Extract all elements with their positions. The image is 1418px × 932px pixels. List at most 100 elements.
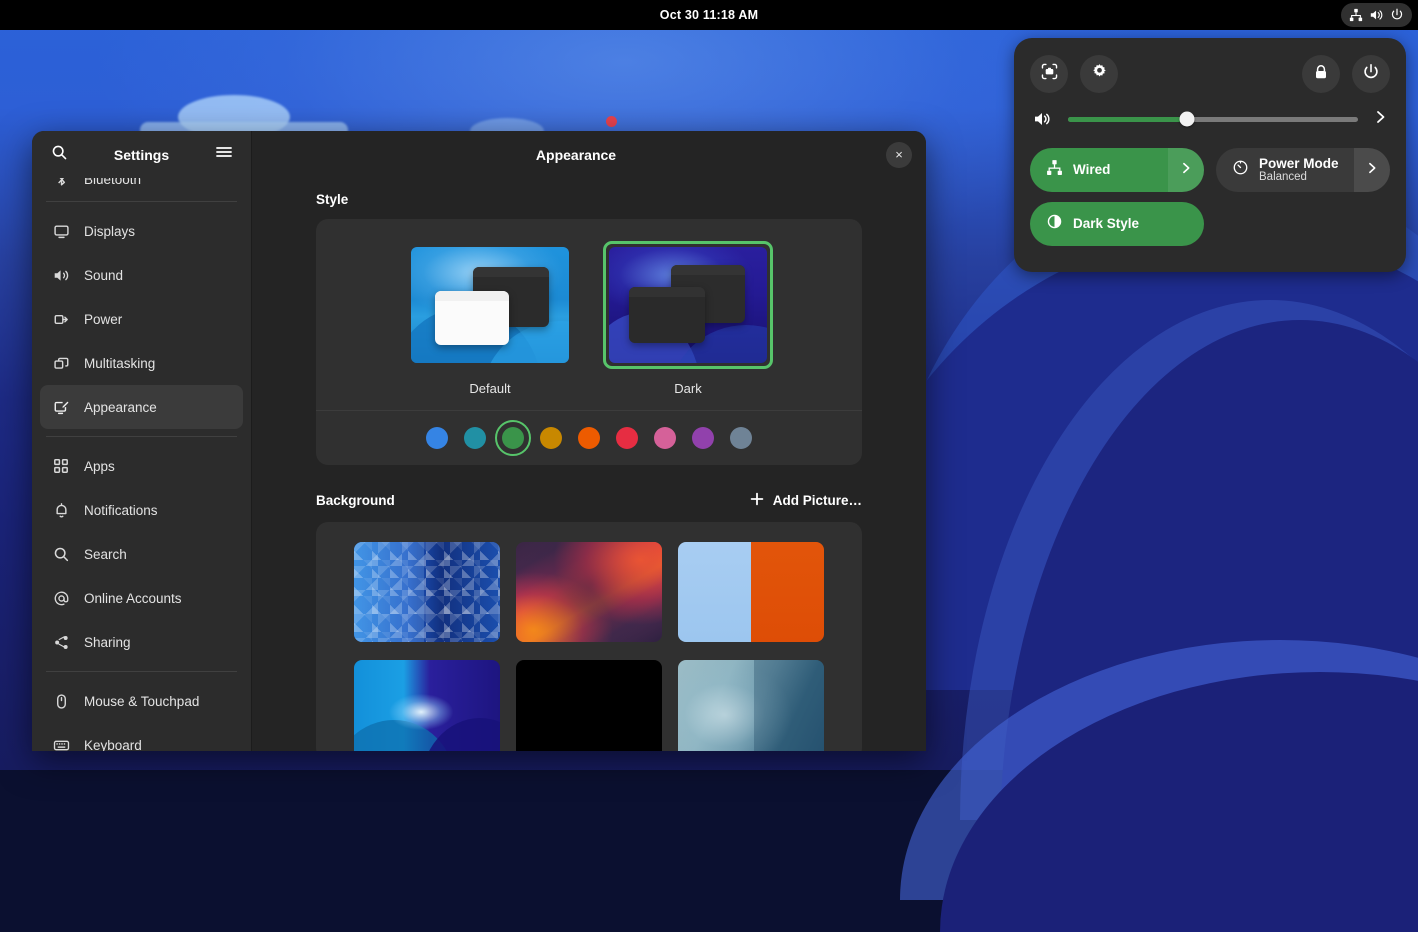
volume-slider-fill (1068, 117, 1187, 122)
sidebar-menu-button[interactable] (211, 142, 237, 168)
sidebar-item-online-accounts[interactable]: Online Accounts (40, 576, 243, 620)
wallpaper-thumb-black[interactable] (516, 660, 662, 751)
display-icon (52, 222, 70, 240)
style-section-title: Style (316, 192, 862, 207)
wallpaper-thumb-blue-triangles[interactable] (354, 542, 500, 642)
preview-window-front (629, 287, 705, 343)
sidebar-item-apps[interactable]: Apps (40, 444, 243, 488)
quick-tile-power-mode-texts: Power Mode Balanced (1259, 156, 1339, 184)
power-plug-icon (52, 310, 70, 328)
accent-color-blue[interactable] (426, 427, 448, 449)
wallpaper-thumb-teal-abstract[interactable] (678, 660, 824, 751)
accent-color-green[interactable] (502, 427, 524, 449)
quick-tile-power-mode-expand[interactable] (1354, 148, 1390, 192)
audio-expand-button[interactable] (1372, 109, 1390, 130)
close-window-button[interactable]: × (886, 142, 912, 168)
quick-tile-power-mode-label: Power Mode (1259, 156, 1339, 171)
quick-settings-toolbar (1030, 54, 1390, 94)
sidebar-item-power[interactable]: Power (40, 297, 243, 341)
sidebar-item-label: Sound (84, 268, 123, 283)
mouse-icon (52, 692, 70, 710)
style-preview-dark-frame[interactable] (603, 241, 773, 369)
accent-color-orange[interactable] (578, 427, 600, 449)
open-settings-button[interactable] (1080, 55, 1118, 93)
sidebar-item-sound[interactable]: Sound (40, 253, 243, 297)
sidebar-item-appearance[interactable]: Appearance (40, 385, 243, 429)
wallpaper-dot (606, 116, 617, 127)
quick-tile-dark-style[interactable]: Dark Style (1030, 202, 1204, 246)
sidebar-item-displays[interactable]: Displays (40, 209, 243, 253)
style-choice-dark[interactable]: Dark (603, 241, 773, 396)
volume-slider-row[interactable] (1030, 106, 1390, 132)
lock-icon (1312, 63, 1330, 86)
multitasking-icon (52, 354, 70, 372)
volume-slider-handle[interactable] (1179, 112, 1194, 127)
sidebar-item-label: Online Accounts (84, 591, 182, 606)
quick-tile-wired[interactable]: Wired (1030, 148, 1204, 192)
style-choice-default[interactable]: Default (405, 241, 575, 396)
accent-color-pink[interactable] (654, 427, 676, 449)
wallpaper-thumb-red-purple-waves[interactable] (516, 542, 662, 642)
lock-screen-button[interactable] (1302, 55, 1340, 93)
settings-window: Settings (32, 131, 926, 751)
accent-color-teal[interactable] (464, 427, 486, 449)
settings-content: Appearance × Style (252, 131, 926, 751)
sidebar-divider (46, 436, 237, 437)
sidebar-divider (46, 671, 237, 672)
volume-slider[interactable] (1068, 117, 1358, 122)
sidebar-item-notifications[interactable]: Notifications (40, 488, 243, 532)
sidebar-item-search[interactable]: Search (40, 532, 243, 576)
chevron-right-icon (1181, 161, 1192, 180)
accent-color-slate[interactable] (730, 427, 752, 449)
style-preview-default-frame[interactable] (405, 241, 575, 369)
sidebar-item-label: Notifications (84, 503, 158, 518)
sidebar-item-multitasking[interactable]: Multitasking (40, 341, 243, 385)
wallpaper-thumb-blue-orange-split[interactable] (678, 542, 824, 642)
settings-window-body: Settings (32, 131, 926, 751)
quick-settings-panel: Wired (1014, 38, 1406, 272)
system-status-area[interactable] (1341, 3, 1412, 27)
sidebar-header: Settings (32, 131, 251, 178)
close-icon: × (895, 147, 903, 162)
keyboard-icon (52, 736, 70, 751)
sidebar-item-bluetooth[interactable]: Bluetooth (40, 178, 243, 194)
quick-tile-power-mode[interactable]: Power Mode Balanced (1216, 148, 1390, 192)
sidebar-item-keyboard[interactable]: Keyboard (40, 723, 243, 751)
accent-color-purple[interactable] (692, 427, 714, 449)
quick-tile-dark-style-main[interactable]: Dark Style (1030, 202, 1153, 246)
sidebar-item-sharing[interactable]: Sharing (40, 620, 243, 664)
quick-tile-power-mode-main[interactable]: Power Mode Balanced (1216, 148, 1354, 192)
power-menu-button[interactable] (1352, 55, 1390, 93)
power-icon (1362, 63, 1380, 86)
wallpaper-thumb-blue-night[interactable] (354, 660, 500, 751)
wallpaper-grid (316, 542, 862, 751)
accent-color-yellow[interactable] (540, 427, 562, 449)
quick-tile-wired-expand[interactable] (1168, 148, 1204, 192)
search-icon (52, 545, 70, 563)
screenshot-button[interactable] (1030, 55, 1068, 93)
style-label-default: Default (469, 381, 510, 396)
wallpaper-art (678, 542, 824, 642)
appearance-scroll-area[interactable]: Style (252, 178, 926, 751)
speedometer-icon (1232, 159, 1249, 181)
chevron-right-icon (1367, 161, 1378, 180)
sidebar-item-label: Keyboard (84, 738, 142, 752)
quick-tile-dark-style-texts: Dark Style (1073, 216, 1139, 231)
clock[interactable]: Oct 30 11:18 AM (660, 8, 758, 22)
add-picture-button[interactable]: Add Picture… (749, 491, 862, 510)
sidebar-search-button[interactable] (46, 142, 72, 168)
sidebar-item-label: Apps (84, 459, 115, 474)
plus-icon (749, 491, 765, 510)
bell-icon (52, 501, 70, 519)
quick-tile-wired-main[interactable]: Wired (1030, 148, 1168, 192)
sidebar-item-mouse-touchpad[interactable]: Mouse & Touchpad (40, 679, 243, 723)
share-icon (52, 633, 70, 651)
preview-window-front (435, 291, 509, 345)
sidebar-item-list[interactable]: Bluetooth Displays (32, 178, 251, 751)
style-card: Default (316, 219, 862, 465)
background-section-title: Background (316, 493, 749, 508)
accent-color-red[interactable] (616, 427, 638, 449)
sidebar-item-label: Appearance (84, 400, 157, 415)
wallpaper-art (678, 660, 824, 751)
page-title: Appearance (266, 147, 886, 163)
